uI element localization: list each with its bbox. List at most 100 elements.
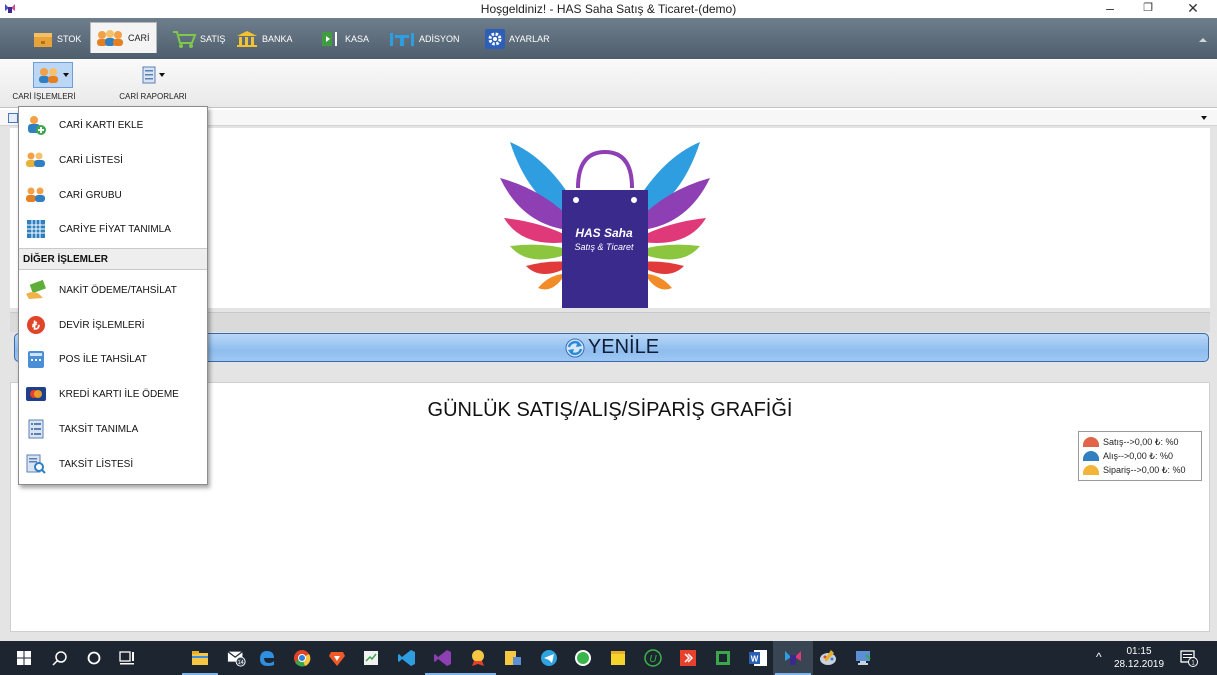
file-explorer-button[interactable] — [182, 648, 218, 675]
chrome-icon — [294, 650, 311, 667]
users-icon — [38, 68, 58, 83]
vscode-icon — [398, 650, 415, 666]
vscode-button[interactable] — [397, 648, 417, 668]
tab-label: ADİSYON — [419, 33, 460, 44]
has-saha-app-button[interactable] — [773, 641, 813, 675]
logo-text: HAS Saha Satış & Ticaret — [564, 226, 644, 254]
sticky-note-icon — [611, 651, 625, 665]
word-icon: W — [749, 650, 767, 666]
menu-item-pos-ile-tahsilat[interactable]: POS İLE TAHSİLAT — [19, 343, 207, 375]
chevron-down-icon — [62, 73, 69, 77]
tab-ayarlar[interactable]: AYARLAR — [480, 26, 556, 51]
ribbon-panel: CARİ İŞLEMLERİ CARİ RAPORLARI — [0, 59, 1217, 108]
legend-label: Alış-->0,00 ₺: %0 — [1103, 450, 1174, 461]
telegram-button[interactable] — [539, 648, 559, 668]
tray-expand-icon[interactable]: ^ — [1096, 650, 1102, 664]
tab-banka[interactable]: BANKA — [231, 26, 299, 51]
table-chairs-icon — [390, 32, 414, 46]
editor-button[interactable] — [361, 648, 381, 668]
visual-studio-button[interactable] — [425, 648, 461, 675]
menu-item-cariye-fiyat-tanimla[interactable]: CARİYE FİYAT TANIMLA — [19, 213, 207, 245]
brave-button[interactable] — [327, 648, 347, 668]
app-button-green[interactable] — [713, 648, 733, 668]
users-icon — [97, 30, 123, 46]
clock-date: 28.12.2019 — [1113, 659, 1165, 670]
cari-islemleri-button[interactable]: CARİ İŞLEMLERİ — [12, 62, 76, 101]
ribbon-collapse-icon[interactable] — [1199, 38, 1207, 42]
close-button[interactable]: ✕ — [1175, 0, 1211, 18]
menu-item-label: TAKSİT LİSTESİ — [59, 458, 134, 470]
menu-item-cari-listesi[interactable]: CARİ LİSTESİ — [19, 144, 207, 176]
window-app-icon — [716, 651, 730, 665]
ribbon-label: CARİ İŞLEMLERİ — [12, 92, 76, 101]
notification-icon[interactable]: 1 — [1180, 649, 1198, 667]
anydesk-button[interactable] — [678, 648, 698, 668]
menu-item-nakit-odeme[interactable]: NAKİT ÖDEME/TAHSİLAT — [19, 274, 207, 306]
app-button-tools[interactable] — [503, 648, 523, 668]
menu-item-label: CARİ KARTI EKLE — [59, 119, 144, 131]
cortana-icon — [87, 651, 101, 665]
clock-time: 01:15 — [1126, 646, 1152, 657]
menu-item-cari-grubu[interactable]: CARİ GRUBU — [19, 179, 207, 211]
menu-item-label: KREDİ KARTI İLE ÖDEME — [59, 388, 179, 400]
menu-item-label: TAKSİT TANIMLA — [59, 423, 139, 435]
whatsapp-button[interactable] — [573, 648, 593, 668]
folder-icon — [192, 651, 208, 665]
edge-button[interactable] — [257, 648, 277, 668]
menu-item-label: NAKİT ÖDEME/TAHSİLAT — [59, 284, 177, 296]
remote-desktop-icon — [856, 651, 871, 665]
remote-desktop-button[interactable] — [853, 648, 873, 668]
tab-stok[interactable]: STOK — [28, 26, 87, 51]
document-tab[interactable] — [8, 113, 18, 123]
mail-button[interactable]: 14 — [227, 648, 247, 668]
tab-satis[interactable]: SATIŞ — [167, 26, 231, 51]
menu-item-cari-karti-ekle[interactable]: CARİ KARTI EKLE — [19, 109, 207, 141]
tab-kasa[interactable]: KASA — [316, 26, 375, 51]
chevron-down-icon[interactable] — [1201, 116, 1207, 120]
cortana-button[interactable] — [84, 648, 104, 668]
menu-item-devir-islemleri[interactable]: ₺ DEVİR İŞLEMLERİ — [19, 309, 207, 341]
upwork-button[interactable]: U — [643, 648, 663, 668]
upwork-icon: U — [644, 649, 662, 667]
search-icon — [52, 651, 67, 666]
user-group-icon — [26, 187, 45, 202]
menu-item-kredi-karti[interactable]: KREDİ KARTI İLE ÖDEME — [19, 378, 207, 410]
legend-swatch — [1083, 465, 1099, 475]
paint-button[interactable] — [818, 648, 838, 668]
sticky-notes-button[interactable] — [608, 648, 628, 668]
bank-icon — [237, 30, 257, 47]
tab-label: BANKA — [262, 33, 293, 44]
whatsapp-icon — [575, 650, 591, 666]
search-button[interactable] — [50, 648, 70, 668]
tab-cari[interactable]: CARİ — [90, 22, 157, 53]
users-list-icon — [26, 152, 45, 167]
award-icon — [472, 650, 484, 666]
cari-raporlari-button[interactable]: CARİ RAPORLARI — [112, 62, 194, 101]
word-button[interactable]: W — [748, 648, 768, 668]
legend-label: Satış-->0,00 ₺: %0 — [1103, 436, 1179, 447]
legend-swatch — [1083, 437, 1099, 447]
app-button-badge[interactable] — [460, 648, 496, 675]
lira-icon: ₺ — [27, 316, 45, 334]
task-view-button[interactable] — [117, 648, 137, 668]
tab-adisyon[interactable]: ADİSYON — [384, 26, 466, 51]
brave-icon — [329, 652, 345, 666]
minimize-button[interactable]: – — [1092, 0, 1128, 18]
windows-taskbar: 14 U W ^ 01:15 28.12.2019 1 — [0, 641, 1217, 675]
window-title: Hoşgeldiniz! - HAS Saha Satış & Ticaret-… — [480, 2, 737, 16]
report-icon — [142, 66, 155, 84]
system-clock[interactable]: 01:15 28.12.2019 — [1113, 645, 1165, 671]
tab-label: CARİ — [128, 33, 150, 43]
restore-button[interactable]: ❐ — [1130, 0, 1166, 18]
menu-item-taksit-listesi[interactable]: TAKSİT LİSTESİ — [19, 448, 207, 480]
svg-text:U: U — [649, 654, 657, 665]
gear-icon — [485, 28, 505, 49]
tab-label: STOK — [57, 33, 82, 44]
company-logo — [500, 142, 710, 308]
ribbon-tab-bar: STOK CARİ SATIŞ BANKA KASA ADİSYON AYARL… — [0, 18, 1217, 59]
edge-browser-icon — [260, 651, 274, 666]
menu-item-taksit-tanimla[interactable]: TAKSİT TANIMLA — [19, 413, 207, 445]
chrome-button[interactable] — [292, 648, 312, 668]
windows-start-button[interactable] — [14, 648, 34, 668]
credit-card-icon — [26, 387, 46, 401]
